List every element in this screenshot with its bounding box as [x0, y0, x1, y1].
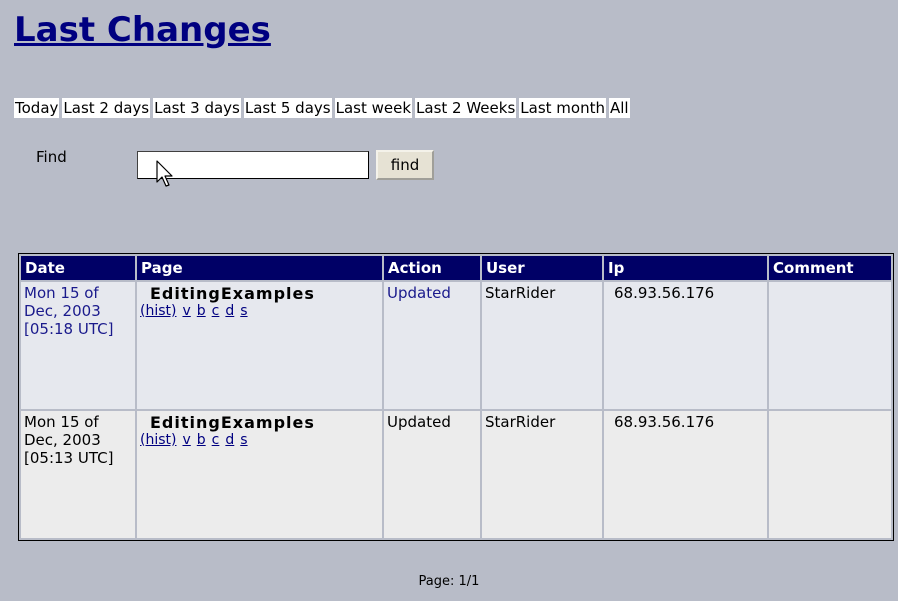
filter-last-2-days[interactable]: Last 2 days	[62, 98, 151, 118]
action-cell: Updated	[384, 282, 480, 409]
page-actions: (hist) v b c d s	[140, 432, 379, 448]
find-label: Find	[36, 148, 67, 166]
d-link[interactable]: d	[225, 303, 234, 319]
b-link[interactable]: b	[197, 303, 206, 319]
find-button[interactable]: find	[376, 150, 434, 180]
changes-table: Date Page Action User Ip Comment Mon 15 …	[18, 253, 894, 541]
view-link[interactable]: v	[182, 432, 190, 448]
page-actions: (hist) v b c d s	[140, 303, 379, 319]
date-cell: Mon 15 of Dec, 2003 [05:18 UTC]	[21, 282, 135, 409]
date-value: Mon 15 of Dec, 2003 [05:18 UTC]	[24, 284, 114, 338]
b-link[interactable]: b	[197, 432, 206, 448]
page-title[interactable]: Last Changes	[14, 10, 271, 50]
filter-last-month[interactable]: Last month	[519, 98, 606, 118]
c-link[interactable]: c	[212, 303, 220, 319]
comment-cell	[769, 282, 891, 409]
date-cell: Mon 15 of Dec, 2003 [05:13 UTC]	[21, 411, 135, 538]
pagination-status: Page: 1/1	[418, 574, 480, 589]
header-page: Page	[137, 256, 382, 280]
hist-link[interactable]: (hist)	[140, 303, 176, 319]
view-link[interactable]: v	[182, 303, 190, 319]
filter-last-week[interactable]: Last week	[334, 98, 413, 118]
c-link[interactable]: c	[212, 432, 220, 448]
filter-last-2-weeks[interactable]: Last 2 Weeks	[415, 98, 517, 118]
header-comment: Comment	[769, 256, 891, 280]
header-ip: Ip	[604, 256, 767, 280]
action-cell: Updated	[384, 411, 480, 538]
table-row: Mon 15 of Dec, 2003 [05:18 UTC] EditingE…	[21, 282, 891, 409]
user-cell: StarRider	[482, 411, 602, 538]
ip-cell: 68.93.56.176	[604, 411, 767, 538]
header-date: Date	[21, 256, 135, 280]
filter-today[interactable]: Today	[14, 98, 60, 118]
ip-cell: 68.93.56.176	[604, 282, 767, 409]
date-value: Mon 15 of Dec, 2003 [05:13 UTC]	[24, 413, 114, 467]
page-cell: EditingExamples (hist) v b c d s	[137, 411, 382, 538]
page-cell: EditingExamples (hist) v b c d s	[137, 282, 382, 409]
mouse-pointer-icon	[156, 160, 173, 187]
table-header-row: Date Page Action User Ip Comment	[21, 256, 891, 280]
filter-last-3-days[interactable]: Last 3 days	[153, 98, 241, 118]
page-name: EditingExamples	[150, 284, 315, 303]
s-link[interactable]: s	[240, 303, 247, 319]
page-name: EditingExamples	[150, 413, 315, 432]
d-link[interactable]: d	[225, 432, 234, 448]
filter-all[interactable]: All	[608, 98, 630, 118]
header-action: Action	[384, 256, 480, 280]
filter-last-5-days[interactable]: Last 5 days	[243, 98, 332, 118]
hist-link[interactable]: (hist)	[140, 432, 176, 448]
date-filter-bar: Today Last 2 days Last 3 days Last 5 day…	[14, 98, 630, 118]
table-row: Mon 15 of Dec, 2003 [05:13 UTC] EditingE…	[21, 411, 891, 538]
header-user: User	[482, 256, 602, 280]
comment-cell	[769, 411, 891, 538]
s-link[interactable]: s	[240, 432, 247, 448]
user-cell: StarRider	[482, 282, 602, 409]
